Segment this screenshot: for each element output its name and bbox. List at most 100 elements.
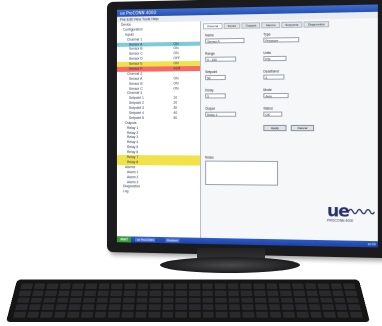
key	[69, 297, 82, 303]
setpoint-label: Setpoint	[205, 69, 218, 75]
delay-label: Delay	[205, 88, 214, 93]
key	[240, 290, 253, 296]
key	[175, 311, 188, 318]
key	[242, 304, 254, 311]
setpoint-field[interactable]: 50	[205, 74, 226, 81]
tab-strip: General Inputs Outputs Alarms Setpoints Diagn…	[203, 21, 329, 30]
device-tree[interactable]: Device Configuration Inputs Channel 1 Sensor…	[116, 21, 202, 238]
monitor-stand-base	[160, 257, 300, 273]
deadband-field[interactable]: 2	[263, 74, 285, 80]
mode-label: Mode	[263, 87, 272, 93]
key	[294, 297, 307, 303]
range-field[interactable]: 0 - 100	[205, 56, 237, 62]
tab-diagnostics[interactable]: Diagnostics	[303, 21, 329, 28]
key	[188, 290, 201, 296]
tab-inputs[interactable]: Inputs	[223, 22, 241, 30]
key	[59, 283, 72, 289]
key	[307, 297, 320, 303]
key	[97, 290, 110, 296]
output-field[interactable]: Relay 1	[205, 111, 237, 117]
key	[67, 311, 80, 318]
key	[137, 283, 149, 289]
tree-row[interactable]: Log	[117, 189, 200, 195]
key	[80, 311, 94, 318]
key	[295, 304, 308, 311]
key	[256, 311, 269, 318]
key	[331, 290, 345, 296]
key	[83, 297, 96, 303]
key	[227, 290, 240, 296]
tab-setpoints[interactable]: Setpoints	[280, 21, 303, 29]
key	[31, 290, 45, 296]
key	[330, 283, 343, 289]
key	[280, 297, 293, 303]
key	[279, 290, 292, 296]
units-field[interactable]: PSI	[263, 55, 287, 62]
keyboard	[6, 279, 370, 322]
delay-field[interactable]: 5	[205, 93, 226, 99]
key	[56, 297, 69, 303]
key	[305, 290, 319, 296]
taskbar-item-app[interactable]: ue ProCONN	[134, 237, 156, 242]
status-field[interactable]: OK	[263, 111, 283, 117]
key	[162, 297, 174, 303]
name-field[interactable]: Sensor A	[205, 37, 245, 44]
key	[134, 311, 147, 318]
key	[282, 311, 296, 318]
key	[20, 283, 33, 289]
key	[149, 297, 161, 303]
key	[122, 304, 134, 311]
key	[94, 311, 107, 318]
key	[291, 283, 304, 289]
status-label: Status	[263, 106, 273, 111]
key	[349, 311, 363, 318]
key	[344, 290, 358, 296]
range-label: Range	[205, 51, 215, 56]
properties-pane: General Inputs Outputs Alarms Setpoints Diagn…	[201, 18, 378, 242]
key	[188, 283, 201, 289]
key	[267, 297, 280, 303]
key	[214, 283, 226, 289]
key	[122, 297, 135, 303]
key	[309, 311, 323, 318]
key	[201, 283, 213, 289]
output-label: Output	[205, 106, 215, 111]
key	[43, 297, 56, 303]
taskbar-item-explorer[interactable]: Explorer	[165, 238, 180, 243]
key	[214, 290, 227, 296]
key	[201, 290, 214, 296]
tab-general[interactable]: General	[203, 22, 223, 30]
key	[227, 283, 239, 289]
key	[320, 297, 333, 303]
key	[123, 290, 136, 296]
cancel-button[interactable]: Cancel	[290, 124, 315, 132]
notes-field[interactable]	[205, 160, 279, 186]
apply-button[interactable]: Apply	[263, 124, 287, 132]
key	[136, 290, 149, 296]
tab-alarms[interactable]: Alarms	[261, 21, 280, 29]
key	[107, 311, 120, 318]
key	[150, 283, 162, 289]
deadband-label: Deadband	[263, 69, 279, 74]
wave-icon	[349, 207, 375, 216]
tab-outputs[interactable]: Outputs	[241, 22, 261, 29]
key	[95, 304, 108, 311]
key	[81, 304, 95, 311]
key	[121, 311, 134, 318]
key	[135, 304, 148, 311]
logo-subtitle: PROCONN 4000	[326, 218, 354, 223]
name-label: Name	[205, 33, 214, 38]
key	[136, 297, 148, 303]
key	[254, 297, 267, 303]
mode-field[interactable]: Auto	[263, 92, 289, 99]
key	[16, 297, 30, 303]
clock: 12:00	[367, 242, 376, 247]
key	[71, 290, 84, 296]
key	[308, 304, 321, 311]
type-field[interactable]: Pressure	[263, 37, 300, 43]
key	[175, 283, 188, 289]
key	[175, 304, 188, 311]
key	[304, 283, 317, 289]
start-button[interactable]: start	[116, 236, 131, 243]
key	[346, 297, 360, 303]
